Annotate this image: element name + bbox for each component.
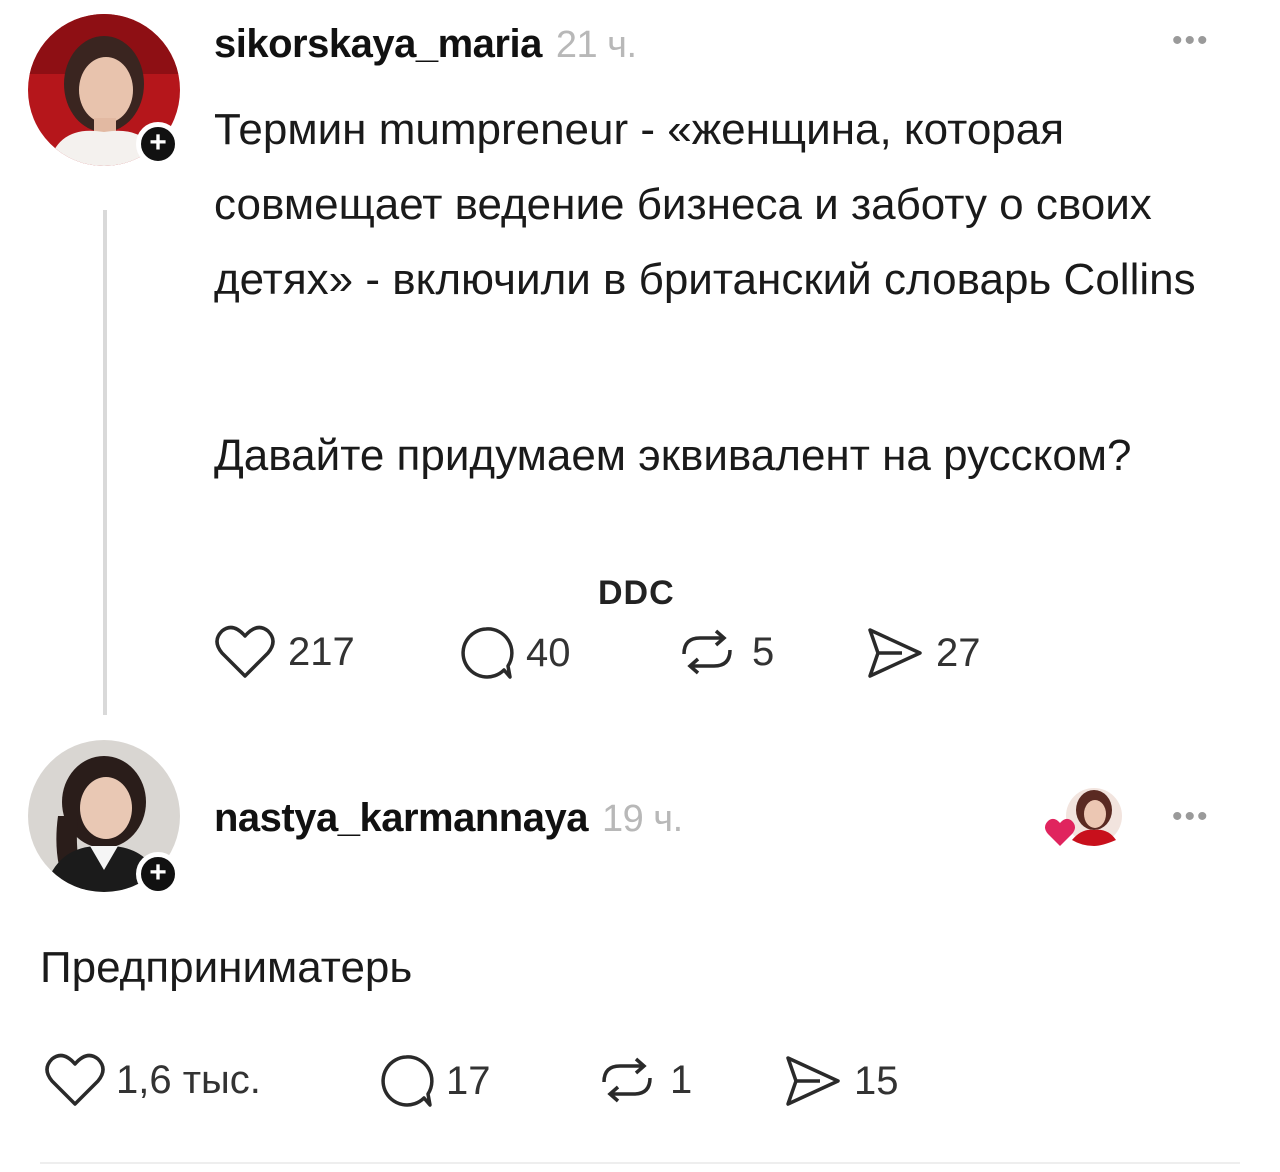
reply-repost-button[interactable]: 1 [596, 1052, 692, 1108]
more-options-icon[interactable]: ••• [1172, 24, 1210, 58]
repost-icon [602, 1057, 652, 1103]
share-button[interactable]: 27 [864, 624, 981, 682]
reply-username-text[interactable]: nastya_karmannaya [214, 796, 588, 840]
watermark: DDC [598, 574, 675, 612]
reply-comment-button[interactable]: 17 [376, 1052, 491, 1110]
reply-like-button[interactable]: 1,6 тыс. [44, 1052, 261, 1108]
reply-comment-count: 17 [446, 1058, 491, 1103]
reply-more-options-icon[interactable]: ••• [1172, 800, 1210, 834]
heart-icon [215, 625, 275, 678]
follow-plus-button-reply[interactable]: + [136, 852, 180, 896]
bottom-divider [40, 1162, 1240, 1164]
reply-repost-count: 1 [670, 1057, 693, 1102]
reply-like-count: 1,6 тыс. [116, 1057, 261, 1102]
username-text[interactable]: sikorskaya_maria [214, 22, 542, 66]
comment-icon [381, 1055, 434, 1107]
reply-text: Предприниматерь [40, 943, 413, 992]
comment-icon [461, 627, 514, 679]
like-count: 217 [288, 629, 355, 674]
follow-plus-button[interactable]: + [136, 122, 180, 166]
share-count: 27 [936, 630, 981, 675]
heart-icon [45, 1053, 105, 1106]
share-icon [786, 1056, 840, 1106]
post-author-username[interactable]: sikorskaya_maria 21 ч. [214, 22, 637, 67]
reply-author-username[interactable]: nastya_karmannaya 19 ч. [214, 796, 683, 841]
like-button[interactable]: 217 [214, 624, 355, 680]
comment-count: 40 [526, 630, 571, 675]
post-timestamp: 21 ч. [555, 24, 637, 66]
liked-by-author-avatar [1042, 784, 1124, 854]
reply-share-button[interactable]: 15 [782, 1052, 899, 1110]
repost-count: 5 [752, 629, 775, 674]
reply-share-count: 15 [854, 1058, 899, 1103]
repost-button[interactable]: 5 [676, 624, 774, 680]
post-text-paragraph-2: Давайте придумаем эквивалент на русском? [214, 431, 1132, 480]
repost-icon [682, 629, 732, 675]
comment-button[interactable]: 40 [456, 624, 571, 682]
share-icon [868, 628, 922, 678]
reply-timestamp: 19 ч. [601, 798, 683, 840]
thread-line [103, 210, 107, 715]
post-text-paragraph-1: Термин mumpreneur - «женщина, которая со… [214, 105, 1196, 304]
